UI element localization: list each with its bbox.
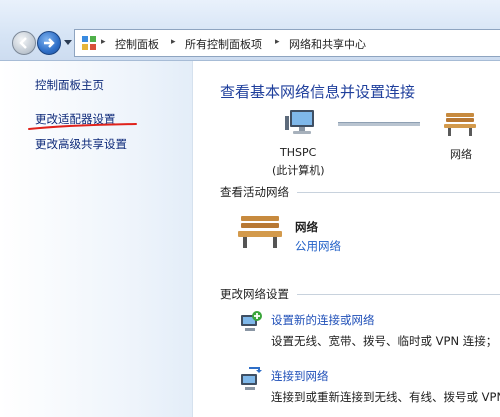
- bench-network-icon[interactable]: [443, 111, 477, 137]
- history-dropdown-icon[interactable]: [64, 40, 72, 46]
- breadcrumb[interactable]: ▸ 控制面板 ▸ 所有控制面板项 ▸ 网络和共享中心: [74, 29, 500, 57]
- forward-arrow-icon: [44, 38, 55, 48]
- sidebar-item-control-panel-home[interactable]: 控制面板主页: [35, 77, 104, 93]
- address-bar: ▸ 控制面板 ▸ 所有控制面板项 ▸ 网络和共享中心: [0, 0, 500, 61]
- connect-network-icon[interactable]: [237, 366, 263, 392]
- connect-to-network-link[interactable]: 连接到网络: [271, 368, 329, 384]
- active-network-type-link[interactable]: 公用网络: [295, 238, 341, 254]
- back-arrow-icon: [19, 37, 27, 49]
- setup-new-connection-desc: 设置无线、宽带、拨号、临时或 VPN 连接；: [271, 334, 498, 348]
- computer-icon[interactable]: [285, 108, 319, 138]
- breadcrumb-separator[interactable]: ▸: [171, 37, 176, 47]
- network-label: 网络: [450, 148, 472, 161]
- back-button[interactable]: [12, 31, 36, 55]
- breadcrumb-all-items[interactable]: 所有控制面板项: [185, 36, 262, 52]
- page-title: 查看基本网络信息并设置连接: [220, 83, 416, 101]
- section-divider: [297, 192, 500, 193]
- task-pane: 控制面板主页 更改适配器设置 更改高级共享设置: [0, 61, 193, 417]
- change-settings-heading: 更改网络设置: [220, 287, 289, 301]
- main-content: 查看基本网络信息并设置连接 THSPC (此计算机) 网络 查看活动网络 网络 …: [193, 61, 500, 417]
- computer-name: THSPC: [280, 146, 317, 159]
- breadcrumb-separator[interactable]: ▸: [101, 37, 106, 47]
- connect-to-network-desc: 连接到或重新连接到无线、有线、拨号或 VPN: [271, 390, 500, 404]
- active-network-name: 网络: [295, 220, 318, 234]
- active-networks-heading: 查看活动网络: [220, 185, 289, 199]
- setup-new-connection-link[interactable]: 设置新的连接或网络: [271, 312, 375, 328]
- bench-network-icon: [238, 216, 282, 248]
- sidebar-item-advanced-sharing[interactable]: 更改高级共享设置: [35, 136, 127, 152]
- new-connection-icon[interactable]: [237, 309, 263, 335]
- computer-subtitle: (此计算机): [272, 164, 325, 177]
- section-divider: [297, 294, 500, 295]
- breadcrumb-network-center[interactable]: 网络和共享中心: [289, 36, 366, 52]
- control-panel-icon: [82, 36, 96, 50]
- connection-line: [338, 122, 420, 126]
- breadcrumb-separator[interactable]: ▸: [275, 37, 280, 47]
- forward-button[interactable]: [37, 31, 61, 55]
- breadcrumb-control-panel[interactable]: 控制面板: [115, 36, 159, 52]
- red-underline-annotation: [28, 123, 137, 130]
